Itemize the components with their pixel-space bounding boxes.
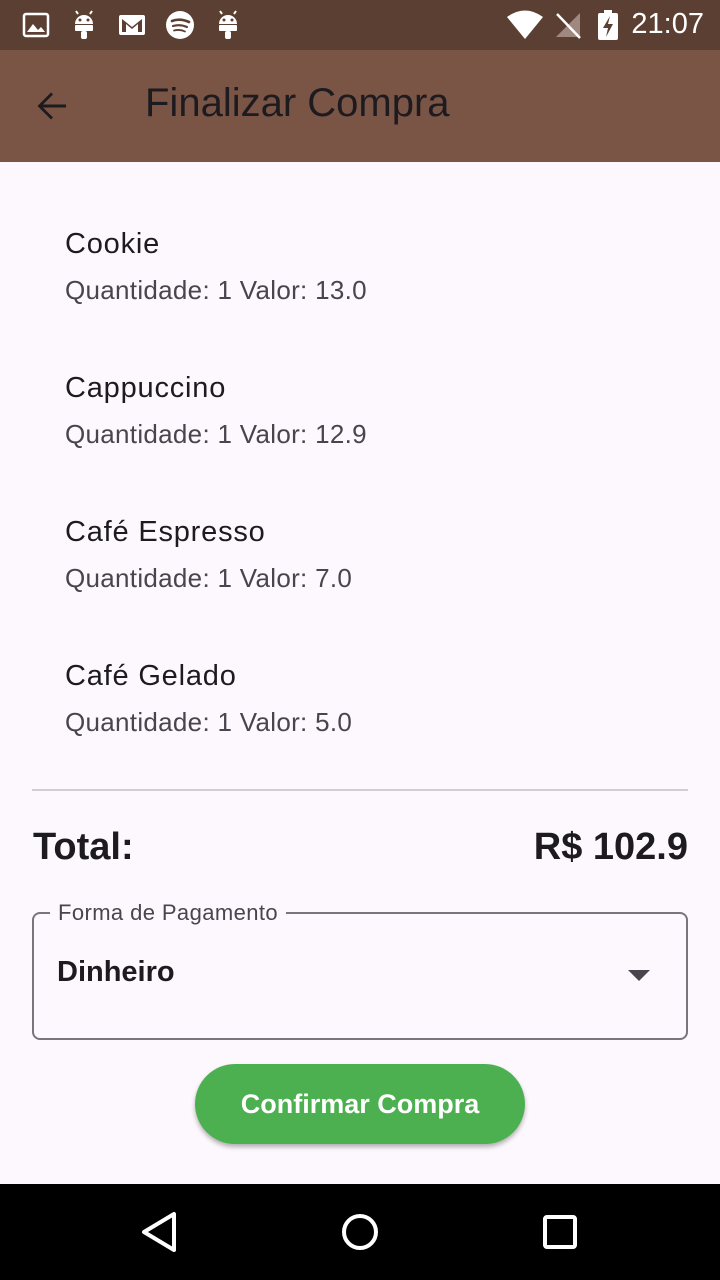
payment-method-value: Dinheiro: [57, 956, 175, 988]
item-detail: Quantidade: 1 Valor: 7.0: [65, 563, 353, 593]
list-item: Café Espresso Quantidade: 1 Valor: 7.0: [65, 516, 665, 594]
arrow-back-icon: [37, 92, 66, 120]
android-icon: [219, 10, 237, 39]
payment-method-dropdown[interactable]: Forma de Pagamento Dinheiro: [32, 900, 688, 1040]
system-nav-bar: [0, 1184, 720, 1280]
total-label: Total:: [33, 826, 134, 868]
payment-method-label: Forma de Pagamento: [50, 900, 286, 926]
android-icon: [75, 10, 93, 39]
item-detail: Quantidade: 1 Valor: 13.0: [65, 275, 367, 305]
list-item: Café Gelado Quantidade: 1 Valor: 5.0: [65, 660, 665, 738]
wifi-icon: [507, 10, 543, 39]
back-triangle-icon[interactable]: [136, 1208, 184, 1256]
spotify-icon: [166, 11, 194, 39]
item-name: Cappuccino: [65, 372, 227, 404]
battery-charging-icon: [598, 10, 618, 40]
item-name: Café Espresso: [65, 516, 266, 548]
list-item: Cappuccino Quantidade: 1 Valor: 12.9: [65, 372, 665, 450]
item-detail: Quantidade: 1 Valor: 12.9: [65, 419, 367, 449]
no-signal-icon: [556, 13, 581, 39]
home-circle-icon[interactable]: [336, 1208, 384, 1256]
page-title: Finalizar Compra: [145, 81, 450, 125]
total-value: R$ 102.9: [533, 826, 688, 868]
item-detail: Quantidade: 1 Valor: 5.0: [65, 707, 353, 737]
image-icon: [22, 12, 50, 38]
arrow-drop-down-icon: [628, 970, 650, 981]
back-button[interactable]: [22, 76, 82, 136]
confirm-purchase-button[interactable]: Confirmar Compra: [195, 1064, 525, 1144]
item-name: Café Gelado: [65, 660, 237, 692]
app-bar: Finalizar Compra: [0, 50, 720, 162]
status-bar: 21:07: [0, 0, 720, 50]
item-name: Cookie: [65, 228, 161, 260]
status-time: 21:07: [631, 8, 704, 40]
list-item: Cookie Quantidade: 1 Valor: 13.0: [65, 228, 665, 306]
gmail-icon: [119, 15, 145, 35]
recents-square-icon[interactable]: [536, 1208, 584, 1256]
divider: [32, 789, 688, 791]
